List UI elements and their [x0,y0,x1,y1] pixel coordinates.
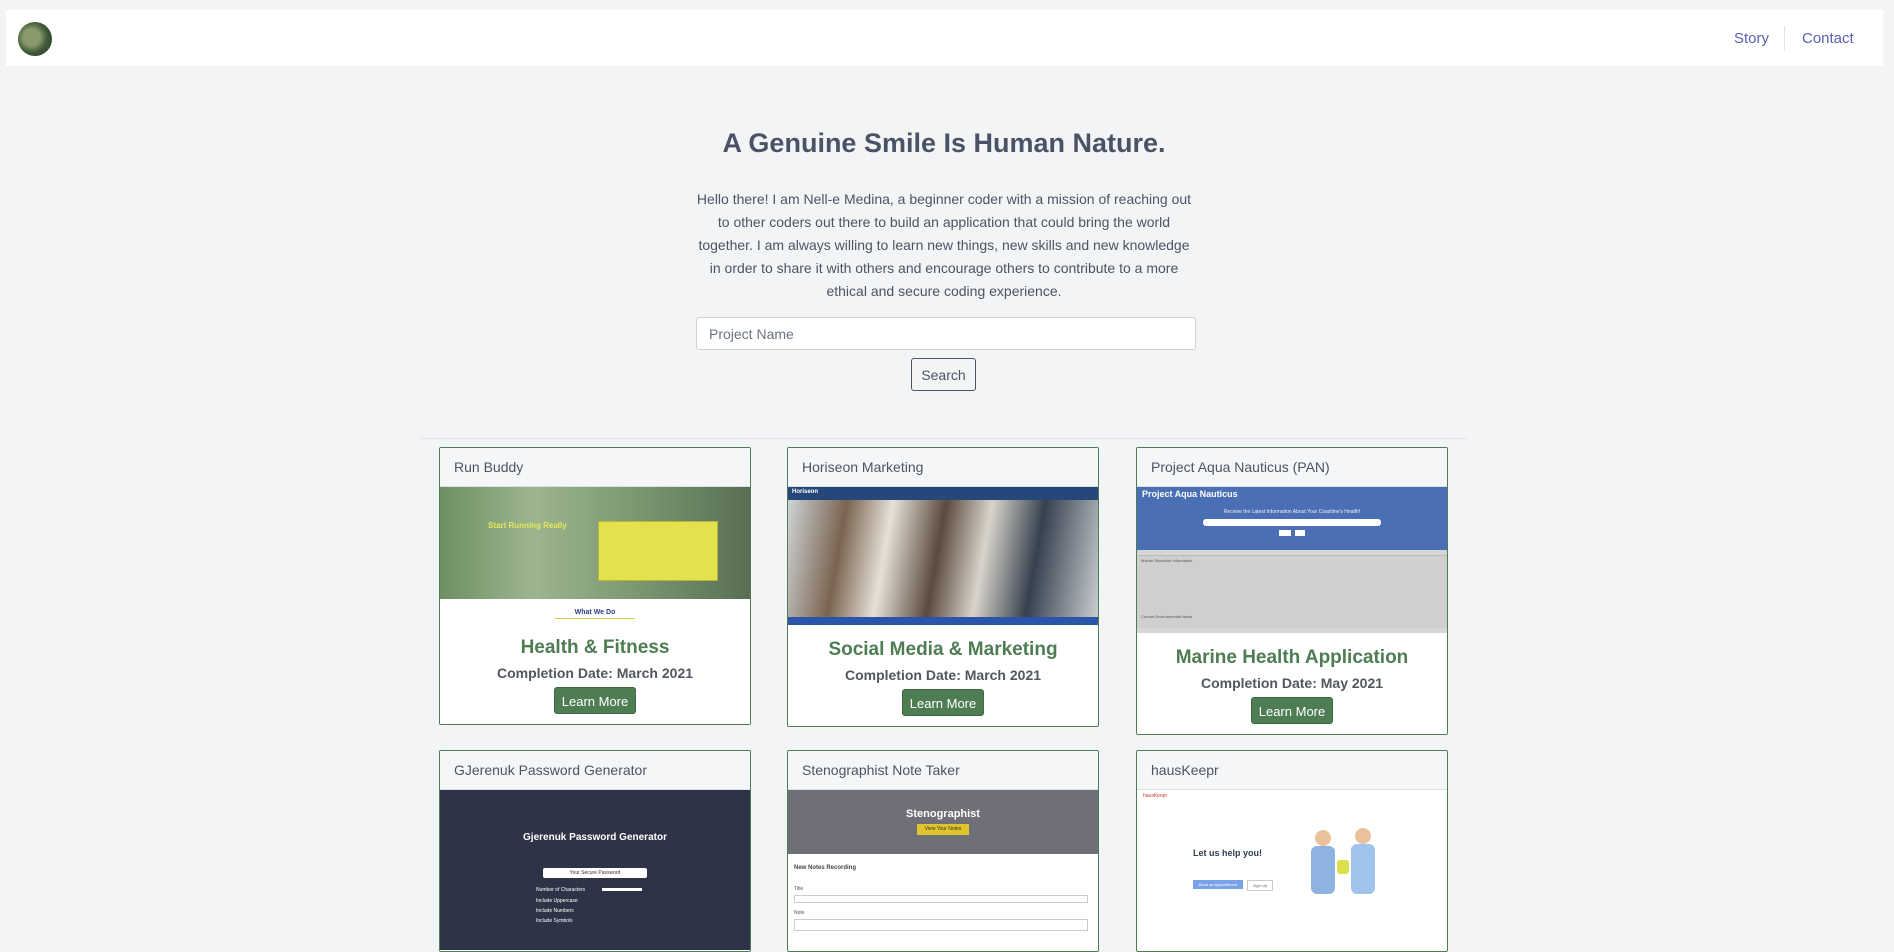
project-category: Social Media & Marketing [828,639,1058,660]
project-card-pan: Project Aqua Nauticus (PAN) Project Aqua… [1136,447,1448,735]
card-title: Run Buddy [440,448,750,487]
completion-date: Completion Date: May 2021 [1200,675,1384,691]
section-divider [420,438,1467,439]
card-title: Stenographist Note Taker [788,751,1098,790]
intro-text: Hello there! I am Nell-e Medina, a begin… [696,191,1192,299]
learn-more-button[interactable]: Learn More [901,689,985,716]
card-title: GJerenuk Password Generator [440,751,750,790]
project-screenshot: Start Running Really What We Do [440,487,750,623]
project-card-password-generator: GJerenuk Password Generator Gjerenuk Pas… [439,750,751,952]
project-screenshot: Project Aqua Nauticus Receive the Latest… [1137,487,1447,633]
card-title: Horiseon Marketing [788,448,1098,487]
nav-contact-link[interactable]: Contact [1802,30,1854,47]
learn-more-button[interactable]: Learn More [553,687,637,714]
card-title: hausKeepr [1137,751,1447,790]
project-search-input[interactable] [696,317,1196,350]
project-screenshot: Gjerenuk Password Generator Your Secure … [440,790,750,950]
project-card-stenographist: Stenographist Note Taker Stenographist V… [787,750,1099,952]
nav-separator [1784,26,1785,50]
project-card-hauskeepr: hausKeepr hausKeepr Let us help you! Boo… [1136,750,1448,952]
project-screenshot: Stenographist View Your Notes New Notes … [788,790,1098,950]
search-button[interactable]: Search [911,358,976,391]
page-title: A Genuine Smile Is Human Nature. [722,128,1166,158]
completion-date: Completion Date: March 2021 [844,667,1042,683]
project-screenshot: hausKeepr Let us help you! Book an Appoi… [1137,790,1447,950]
nav-story-link[interactable]: Story [1734,30,1769,47]
navbar: Story Contact [6,10,1883,66]
project-screenshot: Horiseon [788,487,1098,625]
project-category: Health & Fitness [520,637,670,658]
project-category: Marine Health Application [1175,647,1409,668]
card-title: Project Aqua Nauticus (PAN) [1137,448,1447,487]
project-card-horiseon: Horiseon Marketing Horiseon Social Media… [787,447,1099,727]
learn-more-button[interactable]: Learn More [1250,697,1334,724]
project-card-run-buddy: Run Buddy Start Running Really What We D… [439,447,751,725]
logo[interactable] [18,22,52,56]
completion-date: Completion Date: March 2021 [496,665,694,681]
